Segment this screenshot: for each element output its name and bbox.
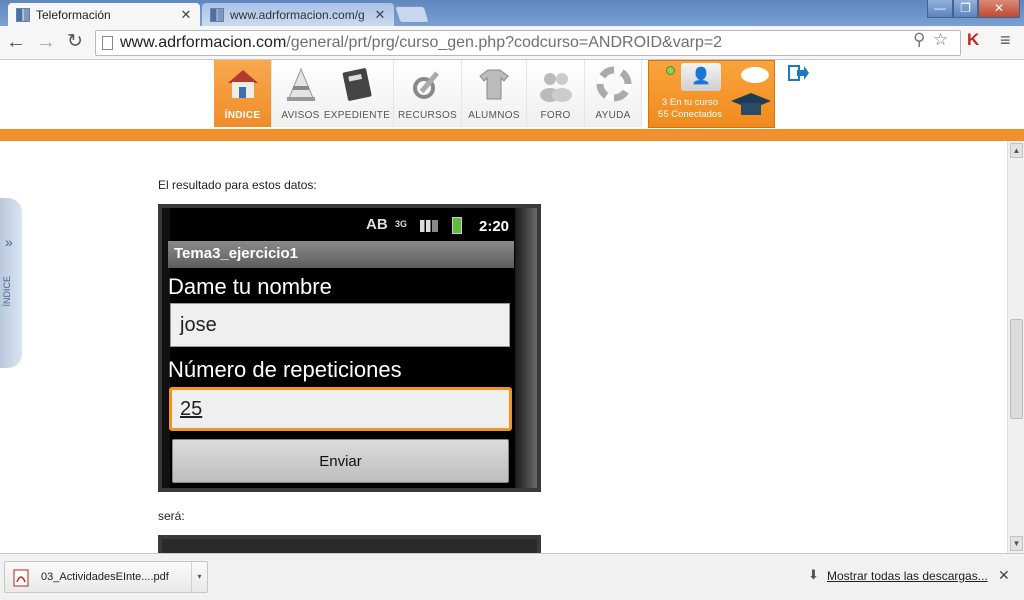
url-path: /general/prt/prg/curso_gen.php?codcurso=… (286, 34, 723, 51)
minimize-button[interactable]: — (927, 0, 953, 18)
nav-expediente[interactable]: EXPEDIENTE (321, 60, 394, 127)
online-dot-icon (666, 66, 675, 75)
notebook-icon (342, 68, 372, 101)
new-tab-button[interactable] (394, 6, 430, 23)
lifebuoy-icon (596, 66, 632, 102)
tab-strip: Teleformación ✕ www.adrformacion.com/g ✕… (0, 0, 1024, 26)
url-domain: www.adrformacion.com (120, 34, 287, 51)
tab-title: Teleformación (36, 7, 111, 22)
nav-label: RECURSOS (397, 110, 458, 121)
expand-chevron-icon: » (5, 234, 13, 250)
reps-field[interactable]: 25 (169, 387, 512, 431)
phone-screenshot-partial (158, 535, 541, 553)
name-field[interactable]: jose (170, 303, 510, 347)
index-side-panel-toggle[interactable]: » ÍNDICE (0, 198, 22, 368)
signal-icon (420, 220, 438, 232)
after-text: será: (158, 509, 185, 523)
nav-alumnos[interactable]: ALUMNOS (462, 60, 527, 127)
back-arrow-icon[interactable]: ← (4, 31, 28, 55)
tab-adrformacion[interactable]: www.adrformacion.com/g ✕ (202, 3, 394, 26)
in-course-count: 3 En tu curso (662, 97, 718, 108)
connected-count: 55 Conectados (658, 109, 722, 120)
nav-foro[interactable]: FORO (527, 60, 585, 127)
name-value: jose (180, 314, 217, 336)
exit-icon[interactable] (788, 64, 810, 82)
side-panel-label: ÍNDICE (2, 276, 12, 307)
zoom-search-icon[interactable]: ⚲ (913, 30, 925, 50)
accent-bar (0, 129, 1024, 141)
house-icon (228, 70, 258, 98)
scroll-down-icon[interactable]: ▼ (1010, 536, 1023, 551)
nav-ayuda[interactable]: AYUDA (585, 60, 642, 127)
page-icon (102, 36, 113, 50)
nav-label: AYUDA (595, 110, 631, 121)
nav-indice[interactable]: ÍNDICE (214, 60, 272, 127)
contact-card-icon: 👤 (681, 63, 721, 91)
site-favicon-icon (210, 7, 224, 22)
download-filename: 03_ActividadesEInte....pdf (41, 571, 169, 583)
download-item[interactable]: 03_ActividadesEInte....pdf ▾ (4, 561, 208, 593)
status-ab: AB (366, 216, 388, 233)
download-arrow-icon: ⬇ (808, 567, 819, 582)
downloads-bar: 03_ActividadesEInte....pdf ▾ ⬇ Mostrar t… (0, 553, 1024, 600)
nav-label: ÍNDICE (224, 110, 261, 121)
nav-label: FORO (540, 110, 571, 121)
online-users-panel[interactable]: 👤 3 En tu curso 55 Conectados (648, 60, 775, 128)
reps-value: 25 (180, 398, 203, 420)
forward-arrow-icon[interactable]: → (34, 31, 58, 55)
graduation-cap-icon (731, 67, 771, 115)
kaspersky-icon[interactable]: K (967, 30, 979, 50)
site-favicon-icon (16, 7, 30, 22)
online-counts: 3 En tu curso 55 Conectados (653, 97, 727, 121)
send-button[interactable]: Enviar (172, 439, 509, 483)
menu-icon[interactable]: ≡ (1000, 30, 1011, 51)
name-label: Dame tu nombre (168, 274, 332, 299)
bookmark-star-icon[interactable]: ☆ (933, 30, 948, 50)
close-tab-icon[interactable]: ✕ (374, 7, 386, 23)
pdf-file-icon (13, 569, 29, 587)
app-titlebar: Tema3_ejercicio1 (168, 241, 514, 268)
phone-screenshot: AB 3G 2:20 Tema3_ejercicio1 Dame tu nomb… (158, 204, 541, 492)
status-time: 2:20 (479, 218, 510, 235)
students-icon (479, 69, 509, 100)
forum-icon (540, 73, 572, 102)
show-all-downloads-link[interactable]: Mostrar todas las descargas... (827, 569, 988, 583)
site-nav: ÍNDICE AVISOS EXPEDIENTE RECURSOS ALUMNO… (0, 60, 1024, 130)
warning-cone-icon (287, 67, 315, 101)
tab-title: www.adrformacion.com/g (230, 7, 365, 22)
tools-icon (413, 71, 440, 99)
browser-toolbar: ← → ↻ www.adrformacion.com/general/prt/p… (0, 26, 1024, 60)
close-downloads-icon[interactable]: ✕ (998, 567, 1010, 584)
nav-label: EXPEDIENTE (323, 110, 391, 121)
nav-label: ALUMNOS (468, 110, 520, 121)
address-bar[interactable]: www.adrformacion.com/general/prt/prg/cur… (95, 30, 961, 56)
scroll-up-icon[interactable]: ▲ (1010, 143, 1023, 158)
reload-icon[interactable]: ↻ (63, 31, 87, 55)
close-tab-icon[interactable]: ✕ (180, 7, 192, 23)
tab-teleformacion[interactable]: Teleformación ✕ (8, 3, 200, 26)
nav-recursos[interactable]: RECURSOS (394, 60, 462, 127)
battery-icon (452, 217, 462, 234)
status-network: 3G (395, 219, 408, 229)
restore-button[interactable]: ❐ (953, 0, 978, 18)
page-scrollbar[interactable]: ▲ ▼ (1007, 141, 1024, 553)
main-content: El resultado para estos datos: AB 3G 2:2… (22, 141, 1007, 553)
reps-label: Número de repeticiones (168, 357, 402, 382)
scroll-thumb[interactable] (1010, 319, 1023, 419)
app-title: Tema3_ejercicio1 (174, 245, 298, 262)
intro-text: El resultado para estos datos: (158, 178, 317, 192)
close-window-button[interactable]: ✕ (978, 0, 1020, 18)
download-menu-chevron-icon[interactable]: ▾ (191, 562, 207, 592)
